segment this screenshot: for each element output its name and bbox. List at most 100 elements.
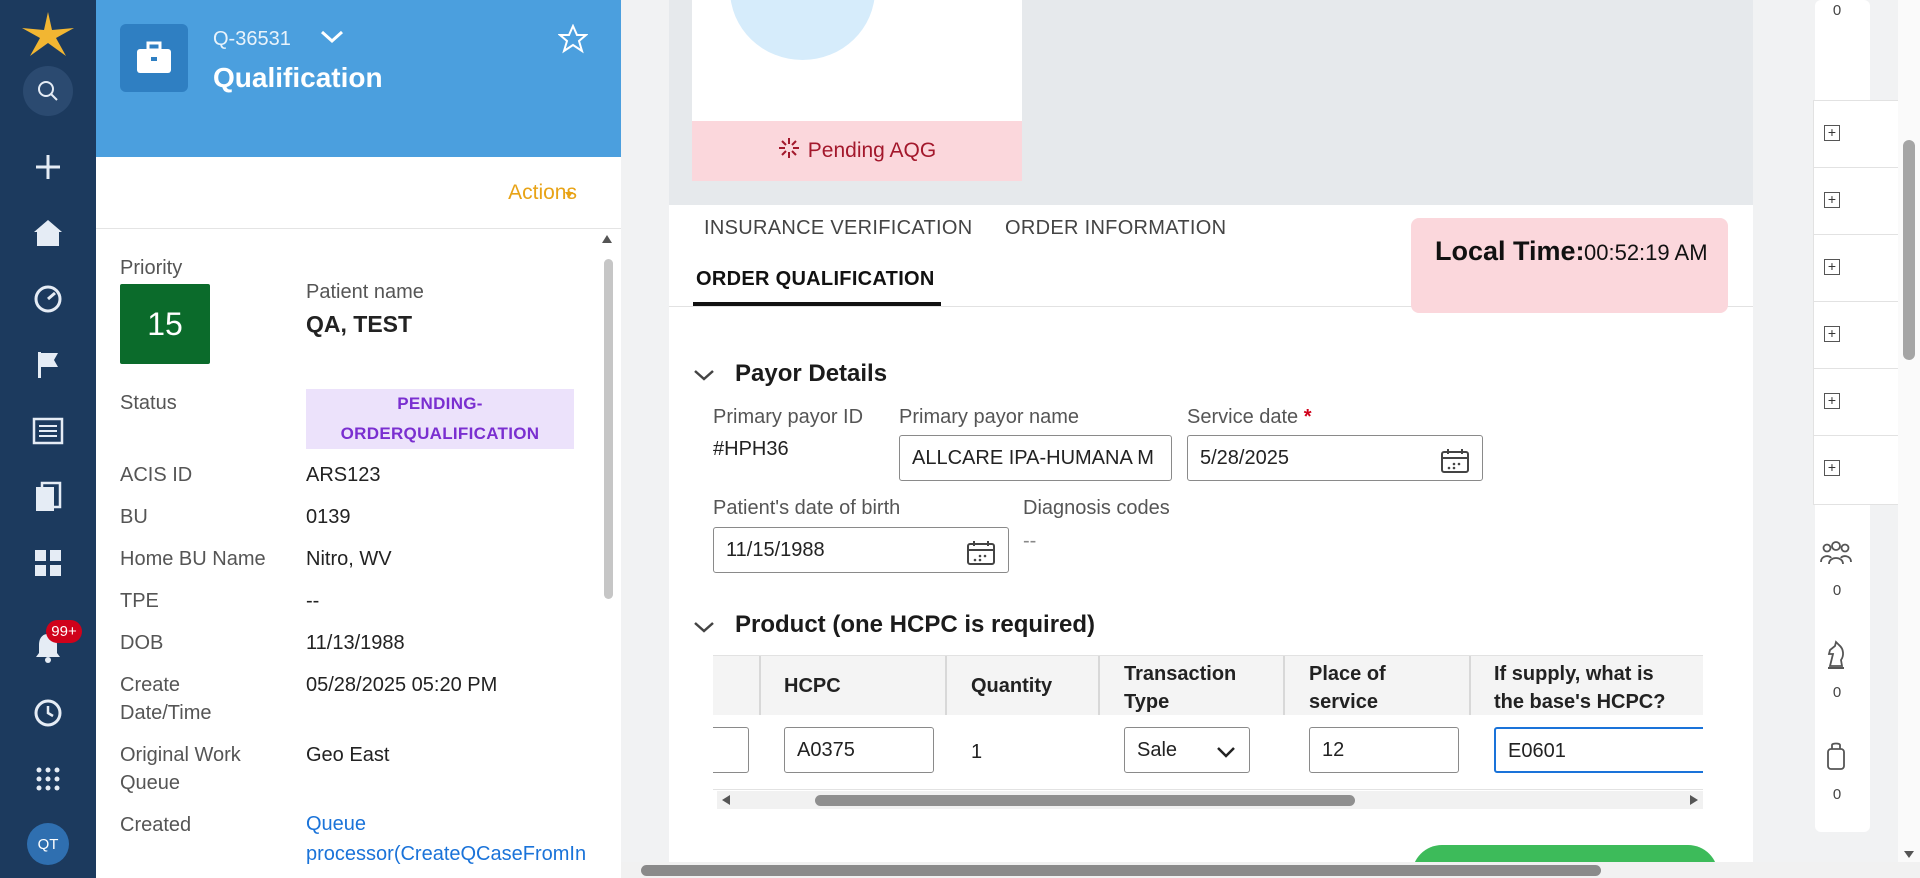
tab-order-qualification[interactable]: ORDER QUALIFICATION <box>696 268 935 291</box>
chess-count: 0 <box>1832 684 1842 701</box>
create-datetime-label-2: Date/Time <box>120 702 212 724</box>
rail-widget-item[interactable]: + <box>1814 235 1900 302</box>
column-separator[interactable] <box>759 656 761 716</box>
col-base-hcpc: If supply, what is the base's HCPC? <box>1494 660 1665 716</box>
table-scroll-thumb[interactable] <box>815 795 1355 806</box>
caret-down-icon[interactable] <box>563 187 575 205</box>
patient-dob-field[interactable]: 11/15/1988 <box>713 527 1009 573</box>
actions-bar: Actions <box>96 157 621 229</box>
row-leading-field[interactable] <box>713 727 749 773</box>
spinner-icon <box>778 137 800 165</box>
col-supply-line-1: If supply, what is <box>1494 663 1654 685</box>
product-section-title: Product (one HCPC is required) <box>735 611 1096 638</box>
page-horizontal-scroll-thumb[interactable] <box>641 865 1601 876</box>
expand-plus-icon[interactable]: + <box>1824 125 1840 141</box>
expand-plus-icon[interactable]: + <box>1824 460 1840 476</box>
col-supply-line-2: the base's HCPC? <box>1494 691 1666 713</box>
table-header: HCPC Quantity Transaction Type Place of se… <box>713 655 1703 716</box>
apps-grid-icon[interactable] <box>28 543 68 583</box>
case-title: Qualification <box>213 62 383 93</box>
status-line-1: PENDING- <box>397 394 483 413</box>
expand-plus-icon[interactable]: + <box>1824 326 1840 342</box>
left-nav: 99+ QT <box>0 0 96 878</box>
rail-top-count: 0 <box>1832 2 1842 19</box>
dashboard-gauge-icon[interactable] <box>28 279 68 319</box>
rail-widget-item[interactable]: + <box>1814 436 1900 503</box>
rail-widget-item[interactable]: + <box>1814 101 1900 168</box>
hcpc-input[interactable]: A0375 <box>784 727 934 773</box>
page-scroll-thumb[interactable] <box>1903 140 1915 360</box>
app-logo-icon[interactable] <box>18 10 78 60</box>
product-table: HCPC Quantity Transaction Type Place of se… <box>713 655 1703 791</box>
created-label: Created <box>120 814 192 836</box>
collapse-chevron-icon[interactable] <box>692 618 716 641</box>
case-id: Q-36531 <box>213 28 291 50</box>
tab-order-information[interactable]: ORDER INFORMATION <box>1005 217 1226 240</box>
rail-widget-item[interactable]: + <box>1814 369 1900 436</box>
dob-value: 11/13/1988 <box>306 632 405 654</box>
patient-name-label: Patient name <box>306 281 424 303</box>
column-separator[interactable] <box>1283 656 1285 716</box>
calendar-icon[interactable] <box>1440 446 1470 480</box>
original-work-queue-label-1: Original Work <box>120 744 241 766</box>
col-hcpc: HCPC <box>784 675 841 697</box>
collapse-chevron-icon[interactable] <box>692 366 716 389</box>
history-icon[interactable] <box>28 693 68 733</box>
primary-payor-id-label: Primary payor ID <box>713 406 864 428</box>
expand-plus-icon[interactable]: + <box>1824 259 1840 275</box>
service-date-field[interactable]: 5/28/2025 <box>1187 435 1483 481</box>
team-icon[interactable] <box>1818 534 1854 570</box>
table-row: A0375 1 Sale 12 E0601 <box>713 715 1703 790</box>
status-label: Status <box>120 392 177 414</box>
column-separator[interactable] <box>945 656 947 716</box>
primary-payor-name-field[interactable]: ALLCARE IPA-HUMANA M <box>899 435 1172 481</box>
more-apps-dots-icon[interactable] <box>28 759 68 799</box>
calendar-icon[interactable] <box>966 538 996 572</box>
status-badge: PENDING- ORDERQUALIFICATION <box>306 389 574 449</box>
news-icon[interactable] <box>28 411 68 451</box>
create-plus-icon[interactable] <box>28 147 68 187</box>
page-vertical-scrollbar[interactable] <box>1898 0 1920 862</box>
diagnosis-codes-label: Diagnosis codes <box>1023 497 1170 519</box>
base-hcpc-input[interactable]: E0601 <box>1494 727 1703 773</box>
search-icon[interactable] <box>23 66 73 116</box>
user-avatar[interactable]: QT <box>27 823 69 865</box>
col-quantity: Quantity <box>971 675 1053 697</box>
priority-value: 15 <box>120 284 210 364</box>
chevron-down-icon[interactable] <box>1215 732 1237 772</box>
primary-payor-name-label: Primary payor name <box>899 406 1080 428</box>
payor-details-title: Payor Details <box>735 360 888 387</box>
place-of-service-input[interactable]: 12 <box>1309 727 1459 773</box>
column-separator[interactable] <box>1098 656 1100 716</box>
created-by-link-2[interactable]: processor(CreateQCaseFromIn <box>306 839 586 869</box>
transaction-type-value: Sale <box>1137 739 1178 761</box>
expand-plus-icon[interactable]: + <box>1824 192 1840 208</box>
original-work-queue-value: Geo East <box>306 744 390 766</box>
rail-widget-item[interactable]: + <box>1814 168 1900 235</box>
local-time-label: Local Time: <box>1435 236 1585 266</box>
flag-icon[interactable] <box>28 345 68 385</box>
bu-value: 0139 <box>306 506 351 528</box>
local-time-panel: Local Time: 00:52:19 AM <box>1411 218 1728 313</box>
patient-name-value: QA, TEST <box>306 311 413 337</box>
transaction-type-select[interactable]: Sale <box>1124 727 1250 773</box>
home-icon[interactable] <box>28 213 68 253</box>
column-separator[interactable] <box>1469 656 1471 716</box>
status-line-2: ORDERQUALIFICATION <box>340 424 540 443</box>
patient-dob-value: 11/15/1988 <box>726 539 825 561</box>
documents-icon[interactable] <box>28 477 68 517</box>
col-place-line-2: service <box>1309 691 1378 713</box>
summary-scroll-thumb[interactable] <box>604 259 613 599</box>
created-by-link-1[interactable]: Queue <box>306 809 366 839</box>
tab-insurance-verification[interactable]: INSURANCE VERIFICATION <box>704 217 972 240</box>
rail-widget-item[interactable]: + <box>1814 302 1900 369</box>
chess-knight-icon[interactable] <box>1818 637 1854 673</box>
favorite-star-icon[interactable] <box>557 23 589 59</box>
create-datetime-value: 05/28/2025 05:20 PM <box>306 674 498 696</box>
primary-payor-id-value: #HPH36 <box>713 438 789 460</box>
chevron-down-icon[interactable] <box>318 26 346 53</box>
expand-plus-icon[interactable]: + <box>1824 393 1840 409</box>
acis-id-value: ARS123 <box>306 464 381 486</box>
dob-label: DOB <box>120 632 164 654</box>
bag-icon[interactable] <box>1818 738 1854 774</box>
